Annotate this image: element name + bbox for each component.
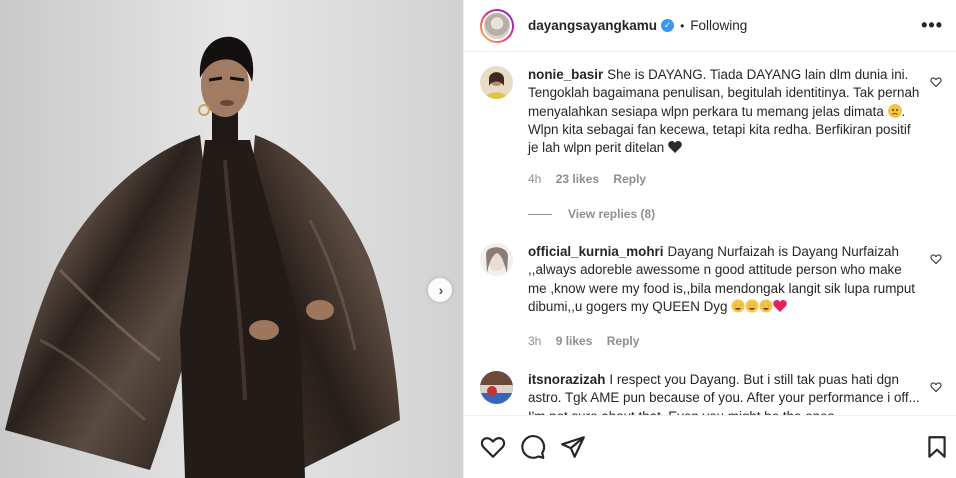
commenter-avatar[interactable] [480,371,513,404]
heart-eyes-emoji-icon [759,299,773,314]
more-options-icon[interactable]: ••• [921,15,943,36]
comment-username[interactable]: nonie_basir [528,67,603,82]
comment-meta: 3h 9 likes Reply [528,334,650,348]
heart-eyes-emoji-icon [745,299,759,314]
commenter-avatar[interactable] [480,66,513,99]
like-comment-heart-icon[interactable] [930,381,942,393]
reply-button[interactable]: Reply [613,172,646,186]
comment-text: itsnorazizah I respect you Dayang. But i … [528,372,920,415]
chevron-right-icon: › [438,282,444,298]
post-side-panel: dayangsayangkamu ✓ • Following ••• nonie… [463,0,956,478]
comment-time: 4h [528,172,542,186]
verified-badge-icon: ✓ [661,19,675,32]
comment-username[interactable]: itsnorazizah [528,372,605,387]
instagram-post-modal: › dayangsayangkamu ✓ • Following ••• non… [0,0,956,478]
post-action-bar [464,415,956,478]
comment-text: nonie_basir She is DAYANG. Tiada DAYANG l… [528,67,920,156]
next-image-button[interactable]: › [428,278,452,302]
reply-button[interactable]: Reply [607,334,640,348]
comment-likes[interactable]: 9 likes [556,334,593,348]
following-button[interactable]: Following [690,18,747,33]
view-replies-button[interactable]: View replies (8) [528,207,655,221]
post-header: dayangsayangkamu ✓ • Following ••• [464,0,956,52]
comment-likes[interactable]: 23 likes [556,172,599,186]
post-image[interactable]: › [0,0,463,478]
comment-icon[interactable] [520,434,546,460]
red-heart-emoji-icon [773,299,787,314]
comments-list[interactable]: nonie_basir She is DAYANG. Tiada DAYANG l… [464,53,956,415]
comment-meta: 4h 23 likes Reply [528,172,657,186]
heart-icon[interactable] [480,434,506,460]
divider-line [528,213,552,215]
like-comment-heart-icon[interactable] [930,76,942,88]
heart-eyes-emoji-icon [731,299,745,314]
separator-dot: • [680,18,685,33]
comment-text: official_kurnia_mohri Dayang Nurfaizah is… [528,244,916,314]
black-heart-emoji-icon [668,140,682,155]
worried-face-emoji-icon [887,103,902,118]
author-username[interactable]: dayangsayangkamu [528,18,657,33]
commenter-avatar[interactable] [480,243,513,276]
like-comment-heart-icon[interactable] [930,253,942,265]
bookmark-icon[interactable] [924,434,950,460]
paper-plane-icon[interactable] [560,434,586,460]
woman-in-metallic-cape-photo [0,0,463,478]
author-avatar[interactable] [480,8,514,43]
comment-username[interactable]: official_kurnia_mohri [528,244,663,259]
comment-time: 3h [528,334,542,348]
